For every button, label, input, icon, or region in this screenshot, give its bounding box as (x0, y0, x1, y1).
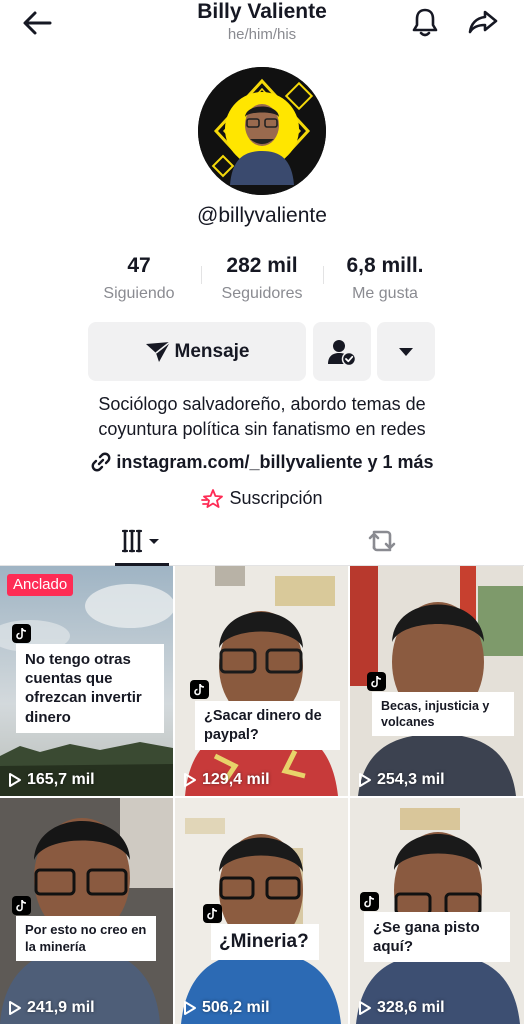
bio-line: Sociólogo salvadoreño, abordo temas de (98, 394, 426, 414)
video-tile[interactable]: Por esto no creo en la minería 241,9 mil (0, 798, 173, 1024)
view-count: 129,4 mil (183, 771, 270, 789)
view-count: 241,9 mil (8, 999, 95, 1017)
caret-down-icon (399, 347, 413, 356)
message-button[interactable]: Mensaje (88, 322, 306, 381)
view-count-value: 506,2 mil (202, 999, 270, 1016)
profile-header: Billy Valiente he/him/his (0, 0, 524, 44)
video-caption: ¿Sacar dinero de paypal? (195, 701, 340, 751)
send-icon (145, 340, 170, 362)
share-button[interactable] (466, 5, 500, 39)
following-status-button[interactable] (313, 322, 371, 381)
bio: Sociólogo salvadoreño, abordo temas de c… (0, 392, 524, 442)
video-caption: Becas, injusticia y volcanes (372, 692, 514, 736)
view-count-value: 165,7 mil (27, 771, 95, 788)
tiktok-logo-icon (190, 680, 209, 699)
view-count-value: 241,9 mil (27, 999, 95, 1016)
stat-divider (323, 266, 324, 284)
view-count: 165,7 mil (8, 771, 95, 789)
view-count: 328,6 mil (358, 999, 445, 1017)
repost-icon (368, 530, 396, 552)
content-tabs (0, 516, 524, 566)
stat-likes[interactable]: 6,8 mill. Me gusta (326, 254, 444, 304)
avatar-image (198, 67, 326, 195)
video-tile[interactable]: ¿Sacar dinero de paypal? 129,4 mil (175, 566, 348, 796)
video-caption: No tengo otras cuentas que ofrezcan inve… (16, 644, 164, 733)
video-tile[interactable]: ¿Mineria? 506,2 mil (175, 798, 348, 1024)
stat-divider (201, 266, 202, 284)
video-tile[interactable]: Becas, injusticia y volcanes 254,3 mil (350, 566, 523, 796)
subscription-link[interactable]: Suscripción (0, 488, 524, 509)
stat-followers[interactable]: 282 mil Seguidores (204, 254, 320, 304)
subscription-star-icon (201, 488, 224, 508)
video-grid: Anclado No tengo otras cuentas que ofrez… (0, 566, 524, 1024)
subscription-label: Suscripción (229, 488, 323, 508)
tab-reposts[interactable] (355, 516, 409, 566)
stat-likes-label: Me gusta (352, 285, 418, 302)
tiktok-logo-icon (12, 896, 31, 915)
avatar[interactable] (198, 67, 326, 195)
tiktok-logo-icon (203, 904, 222, 923)
message-button-label: Mensaje (174, 340, 250, 362)
stat-following[interactable]: 47 Siguiendo (80, 254, 198, 304)
tiktok-logo-icon (12, 624, 31, 643)
video-thumbnail (350, 798, 524, 1024)
tiktok-logo-icon (367, 672, 386, 691)
pinned-badge: Anclado (7, 574, 74, 596)
link-icon (92, 452, 111, 472)
play-icon (9, 1001, 21, 1015)
stats-row: 47 Siguiendo 282 mil Seguidores 6,8 mill… (80, 254, 444, 314)
view-count: 254,3 mil (358, 771, 445, 789)
play-icon (359, 1001, 371, 1015)
video-caption: ¿Se gana pisto aquí? (364, 912, 510, 963)
top-bar: Billy Valiente he/him/his (0, 0, 524, 46)
stat-followers-value: 282 mil (226, 254, 298, 277)
video-tile[interactable]: ¿Se gana pisto aquí? 328,6 mil (350, 798, 524, 1024)
play-icon (9, 773, 21, 787)
view-count-value: 129,4 mil (202, 771, 270, 788)
play-icon (359, 773, 371, 787)
bell-icon (412, 8, 438, 37)
pronouns: he/him/his (227, 26, 297, 43)
play-icon (184, 1001, 196, 1015)
more-options-button[interactable] (377, 322, 435, 381)
share-arrow-icon (468, 10, 498, 34)
profile-link-text: instagram.com/_billyvaliente y 1 más (116, 451, 434, 472)
stat-following-label: Siguiendo (103, 285, 175, 302)
view-count: 506,2 mil (183, 999, 270, 1017)
profile-name: Billy Valiente (197, 0, 327, 23)
stat-followers-label: Seguidores (221, 285, 303, 302)
video-thumbnail (175, 798, 348, 1024)
view-count-value: 328,6 mil (377, 999, 445, 1016)
video-caption: ¿Mineria? (211, 924, 319, 961)
videos-grid-icon (122, 529, 159, 553)
video-tile[interactable]: Anclado No tengo otras cuentas que ofrez… (0, 566, 173, 796)
stat-likes-value: 6,8 mill. (346, 254, 424, 277)
profile-link[interactable]: instagram.com/_billyvaliente y 1 más (0, 451, 524, 473)
stat-following-value: 47 (127, 254, 151, 277)
tab-videos[interactable] (115, 516, 169, 566)
notifications-button[interactable] (408, 5, 442, 39)
view-count-value: 254,3 mil (377, 771, 445, 788)
tiktok-logo-icon (360, 892, 379, 911)
play-icon (184, 773, 196, 787)
user-check-icon (328, 339, 357, 366)
bio-line: coyuntura política sin fanatismo en rede… (98, 419, 426, 439)
video-caption: Por esto no creo en la minería (16, 916, 156, 962)
username: @billyvaliente (197, 204, 327, 227)
